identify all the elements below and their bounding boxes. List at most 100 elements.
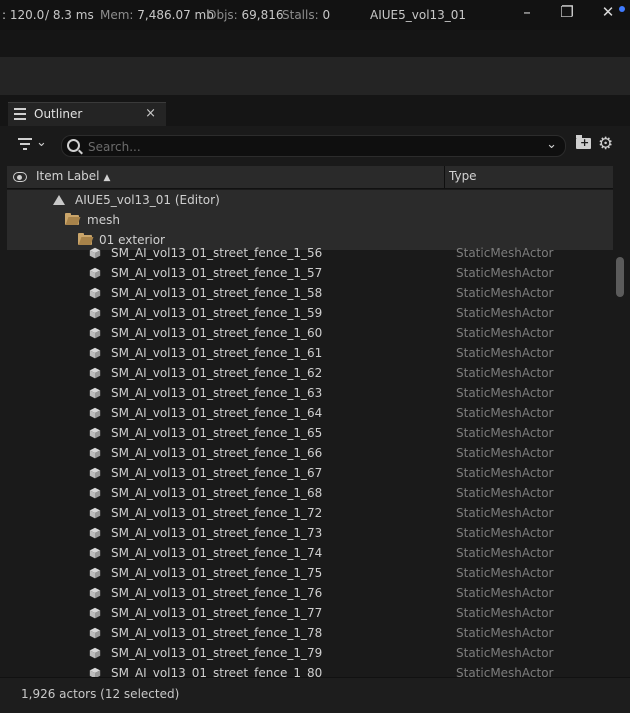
- search-box[interactable]: ⌄: [61, 135, 566, 157]
- plus-icon: +: [580, 136, 590, 149]
- static-mesh-icon: [89, 607, 101, 619]
- actor-row[interactable]: SM_AI_vol13_01_street_fence_1_67 StaticMe…: [0, 463, 610, 483]
- actor-row[interactable]: SM_AI_vol13_01_street_fence_1_77 StaticMe…: [0, 603, 610, 623]
- outliner-icon: [14, 108, 26, 120]
- tab-outliner[interactable]: Outliner ×: [8, 102, 166, 127]
- actor-type: StaticMeshActor: [456, 466, 554, 480]
- add-folder-button[interactable]: +: [576, 135, 591, 149]
- actor-row[interactable]: SM_AI_vol13_01_street_fence_1_78 StaticMe…: [0, 623, 610, 643]
- static-mesh-icon: [89, 387, 101, 399]
- actor-name: SM_AI_vol13_01_street_fence_1_75: [111, 566, 323, 580]
- objs-label: Objs:: [207, 8, 238, 22]
- minimize-button[interactable]: –: [517, 3, 537, 21]
- search-input[interactable]: [86, 137, 540, 156]
- actor-name: SM_AI_vol13_01_street_fence_1_68: [111, 486, 323, 500]
- tree-row-level[interactable]: AIUE5_vol13_01 (Editor): [7, 190, 613, 211]
- search-history-chevron-icon[interactable]: ⌄: [546, 137, 557, 152]
- actor-row[interactable]: SM_AI_vol13_01_street_fence_1_56 StaticMe…: [0, 247, 610, 263]
- actor-row[interactable]: SM_AI_vol13_01_street_fence_1_74 StaticMe…: [0, 543, 610, 563]
- actor-type: StaticMeshActor: [456, 406, 554, 420]
- actor-type: StaticMeshActor: [456, 366, 554, 380]
- actor-row[interactable]: SM_AI_vol13_01_street_fence_1_65 StaticMe…: [0, 423, 610, 443]
- static-mesh-icon: [89, 467, 101, 479]
- actor-row[interactable]: SM_AI_vol13_01_street_fence_1_57 StaticMe…: [0, 263, 610, 283]
- static-mesh-icon: [89, 267, 101, 279]
- column-item-label[interactable]: Item Label ▲: [36, 169, 110, 183]
- actor-type: StaticMeshActor: [456, 486, 554, 500]
- actor-count-status: 1,926 actors (12 selected): [21, 687, 180, 701]
- folder-label: mesh: [87, 213, 120, 227]
- actor-name: SM_AI_vol13_01_street_fence_1_77: [111, 606, 323, 620]
- actor-type: StaticMeshActor: [456, 386, 554, 400]
- actor-name: SM_AI_vol13_01_street_fence_1_79: [111, 646, 323, 660]
- actor-row[interactable]: SM_AI_vol13_01_street_fence_1_79 StaticMe…: [0, 643, 610, 663]
- actor-row[interactable]: SM_AI_vol13_01_street_fence_1_76 StaticMe…: [0, 583, 610, 603]
- close-window-button[interactable]: ✕: [598, 3, 618, 21]
- actor-type: StaticMeshActor: [456, 566, 554, 580]
- actor-type: StaticMeshActor: [456, 266, 554, 280]
- filter-icon-line: [23, 148, 27, 150]
- static-mesh-icon: [89, 307, 101, 319]
- filter-icon: [18, 138, 32, 140]
- actor-type: StaticMeshActor: [456, 286, 554, 300]
- actor-name: SM_AI_vol13_01_street_fence_1_62: [111, 366, 323, 380]
- objs-value: 69,816: [241, 8, 284, 22]
- actor-name: SM_AI_vol13_01_street_fence_1_65: [111, 426, 323, 440]
- chevron-down-icon: ⌄: [36, 135, 47, 150]
- fps-value: 120.0: [9, 8, 45, 22]
- actor-row[interactable]: SM_AI_vol13_01_street_fence_1_59 StaticMe…: [0, 303, 610, 323]
- actor-row[interactable]: SM_AI_vol13_01_street_fence_1_61 StaticMe…: [0, 343, 610, 363]
- actor-name: SM_AI_vol13_01_street_fence_1_73: [111, 526, 323, 540]
- actor-name: SM_AI_vol13_01_street_fence_1_57: [111, 266, 323, 280]
- search-icon: [67, 139, 80, 152]
- tab-outliner-label: Outliner: [34, 107, 83, 121]
- column-divider[interactable]: [444, 166, 445, 188]
- actor-row[interactable]: SM_AI_vol13_01_street_fence_1_58 StaticMe…: [0, 283, 610, 303]
- restore-button[interactable]: ❐: [557, 3, 577, 21]
- level-label: AIUE5_vol13_01 (Editor): [75, 193, 220, 207]
- actor-row[interactable]: SM_AI_vol13_01_street_fence_1_64 StaticMe…: [0, 403, 610, 423]
- settings-gear-icon[interactable]: ⚙: [598, 134, 613, 154]
- actor-type: StaticMeshActor: [456, 326, 554, 340]
- actor-row[interactable]: SM_AI_vol13_01_street_fence_1_72 StaticMe…: [0, 503, 610, 523]
- column-item-label-text: Item Label: [36, 169, 100, 183]
- stalls-stat: Stalls: 0: [282, 8, 330, 22]
- static-mesh-icon: [89, 367, 101, 379]
- actor-row[interactable]: SM_AI_vol13_01_street_fence_1_60 StaticMe…: [0, 323, 610, 343]
- actor-row[interactable]: SM_AI_vol13_01_street_fence_1_75 StaticMe…: [0, 563, 610, 583]
- visibility-eye-icon[interactable]: [13, 172, 27, 182]
- static-mesh-icon: [89, 507, 101, 519]
- stalls-label: Stalls:: [282, 8, 319, 22]
- notification-dot-icon: [619, 6, 625, 12]
- column-type[interactable]: Type: [449, 169, 477, 183]
- actor-list: SM_AI_vol13_01_street_fence_1_56 StaticMe…: [0, 247, 630, 677]
- actor-name: SM_AI_vol13_01_street_fence_1_72: [111, 506, 323, 520]
- tab-close-icon[interactable]: ×: [145, 106, 156, 121]
- tree-row-folder-mesh[interactable]: mesh: [7, 210, 613, 231]
- static-mesh-icon: [89, 287, 101, 299]
- static-mesh-icon: [89, 347, 101, 359]
- actor-name: SM_AI_vol13_01_street_fence_1_63: [111, 386, 323, 400]
- static-mesh-icon: [89, 567, 101, 579]
- static-mesh-icon: [89, 427, 101, 439]
- actor-row[interactable]: SM_AI_vol13_01_street_fence_1_66 StaticMe…: [0, 443, 610, 463]
- actor-row[interactable]: SM_AI_vol13_01_street_fence_1_80 StaticMe…: [0, 663, 610, 677]
- actor-type: StaticMeshActor: [456, 606, 554, 620]
- actor-name: SM_AI_vol13_01_street_fence_1_74: [111, 546, 323, 560]
- actor-type: StaticMeshActor: [456, 626, 554, 640]
- static-mesh-icon: [89, 247, 101, 259]
- folder-label: 01 exterior: [99, 233, 165, 247]
- static-mesh-icon: [89, 547, 101, 559]
- actor-row[interactable]: SM_AI_vol13_01_street_fence_1_63 StaticMe…: [0, 383, 610, 403]
- actor-type: StaticMeshActor: [456, 306, 554, 320]
- status-footer: 1,926 actors (12 selected): [0, 677, 630, 713]
- actor-row[interactable]: SM_AI_vol13_01_street_fence_1_68 StaticMe…: [0, 483, 610, 503]
- actor-row[interactable]: SM_AI_vol13_01_street_fence_1_62 StaticMe…: [0, 363, 610, 383]
- actor-row[interactable]: SM_AI_vol13_01_street_fence_1_73 StaticMe…: [0, 523, 610, 543]
- static-mesh-icon: [89, 627, 101, 639]
- actor-name: SM_AI_vol13_01_street_fence_1_56: [111, 247, 323, 260]
- filter-button[interactable]: ⌄: [18, 135, 50, 156]
- vertical-scrollbar[interactable]: [616, 257, 624, 297]
- outliner-panel: ⌄ ⌄ + ⚙ Item Label▲ Type AIUE5_vol13_01 …: [0, 126, 630, 713]
- stalls-value: 0: [322, 8, 331, 22]
